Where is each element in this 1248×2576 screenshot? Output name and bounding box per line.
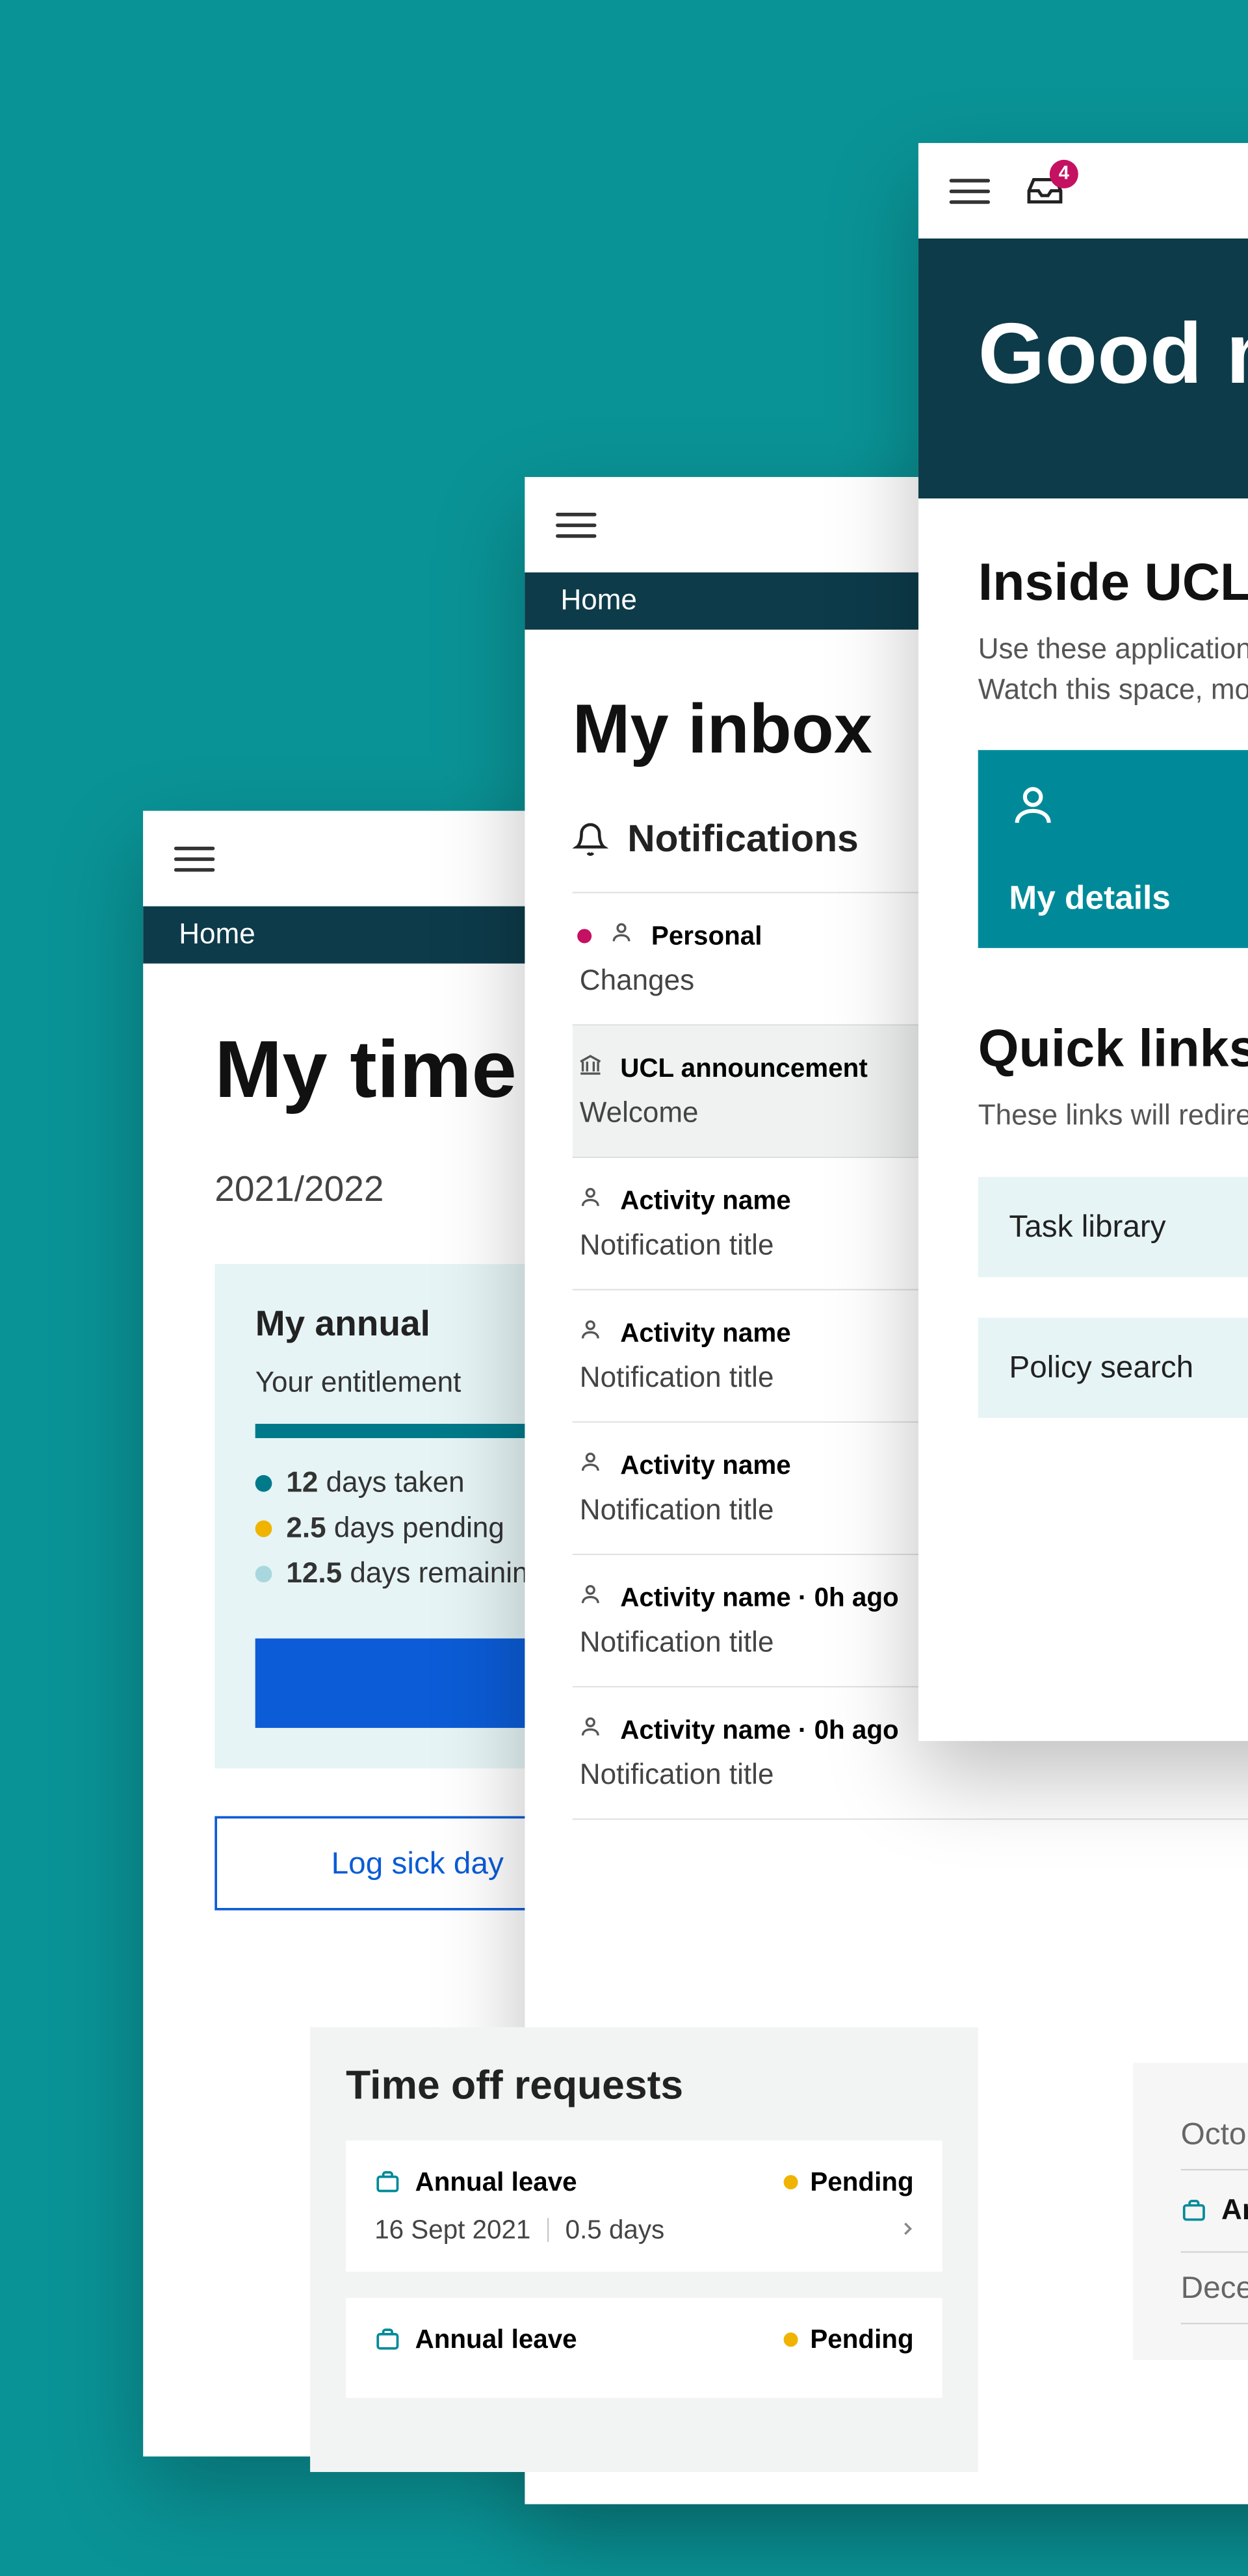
entry-type: Annual leave (1221, 2194, 1248, 2227)
window-dashboard: 4 Good morning Marv Inside UCL applicati… (918, 143, 1248, 1741)
chevron-right-icon (897, 2218, 918, 2245)
activity-icon (577, 1317, 603, 1350)
dot-icon (255, 1521, 272, 1538)
suitcase-icon (374, 2326, 400, 2352)
suitcase-icon (1181, 2198, 1207, 2224)
notification-title: Notification title (577, 1759, 1248, 1792)
timeline-month-header: October 2021 (1181, 2099, 1248, 2170)
timeline-panel: October 2021Annual leave11 - 13 Oct 2021… (1133, 2063, 1248, 2360)
quick-links-grid: Task libraryRoom bookingTrainingPolicy s… (978, 1177, 1248, 1418)
tile-label: My details (1009, 879, 1248, 918)
menu-icon[interactable] (556, 504, 596, 545)
topbar: 4 (918, 143, 1248, 238)
request-card[interactable]: Annual leave Pending 16 Sept 2021 0.5 days (346, 2141, 942, 2272)
activity-icon (608, 920, 634, 953)
timeline-entry[interactable]: Annual leave11 - 13 Oct 20213 days (1181, 2170, 1248, 2253)
person-icon (1009, 781, 1248, 835)
app-tile-my-details[interactable]: My details (978, 751, 1248, 949)
activity-name: Activity name (620, 1450, 791, 1481)
menu-icon[interactable] (174, 838, 214, 879)
time-off-requests-panel: Time off requests Annual leave Pending 16 … (310, 2028, 978, 2472)
unread-dot-icon (577, 929, 592, 943)
status-badge: Pending (784, 2324, 914, 2355)
app-tiles: My detailsMy time offConflict (978, 751, 1248, 949)
activity-icon (577, 1714, 603, 1747)
request-card[interactable]: Annual leave Pending (346, 2298, 942, 2398)
activity-icon (577, 1581, 603, 1614)
activity-name: Activity name · 0h ago (620, 1582, 899, 1614)
activity-name: Personal (651, 921, 762, 952)
quick-links-heading: Quick links (978, 1020, 1248, 1079)
request-type: Annual leave (415, 2167, 577, 2198)
bell-icon (573, 821, 608, 857)
hero: Good morning Marv (918, 238, 1248, 498)
activity-name: Activity name · 0h ago (620, 1715, 899, 1746)
quick-links-subtitle: These links will redirect you to other U… (978, 1096, 1248, 1137)
activity-name: Activity name (620, 1185, 791, 1217)
quick-link-task-library[interactable]: Task library (978, 1177, 1248, 1277)
badge-count: 4 (1050, 160, 1078, 188)
status-badge: Pending (784, 2167, 914, 2198)
status-dot-icon (784, 2332, 798, 2347)
menu-icon[interactable] (950, 170, 990, 211)
inbox-button[interactable]: 4 (1026, 172, 1064, 210)
activity-icon (577, 1184, 603, 1217)
activity-icon (577, 1449, 603, 1482)
apps-subtitle: Use these applications to organise your … (978, 630, 1248, 710)
quick-link-policy-search[interactable]: Policy search (978, 1317, 1248, 1417)
quick-link-label: Task library (1009, 1208, 1165, 1245)
apps-heading: Inside UCL applications (978, 553, 1248, 613)
requests-heading: Time off requests (346, 2063, 942, 2110)
dot-icon (255, 1475, 272, 1492)
timeline-month-header: December 2021 (1181, 2252, 1248, 2324)
activity-name: UCL announcement (620, 1053, 868, 1084)
quick-link-label: Policy search (1009, 1349, 1193, 1386)
request-type: Annual leave (415, 2324, 577, 2355)
request-date: 16 Sept 2021 (374, 2215, 530, 2246)
request-amount: 0.5 days (566, 2215, 665, 2246)
suitcase-icon (374, 2169, 400, 2195)
activity-name: Activity name (620, 1318, 791, 1349)
dot-icon (255, 1565, 272, 1582)
activity-icon (577, 1051, 603, 1085)
status-dot-icon (784, 2175, 798, 2189)
greeting: Good morning Marv (978, 305, 1248, 403)
